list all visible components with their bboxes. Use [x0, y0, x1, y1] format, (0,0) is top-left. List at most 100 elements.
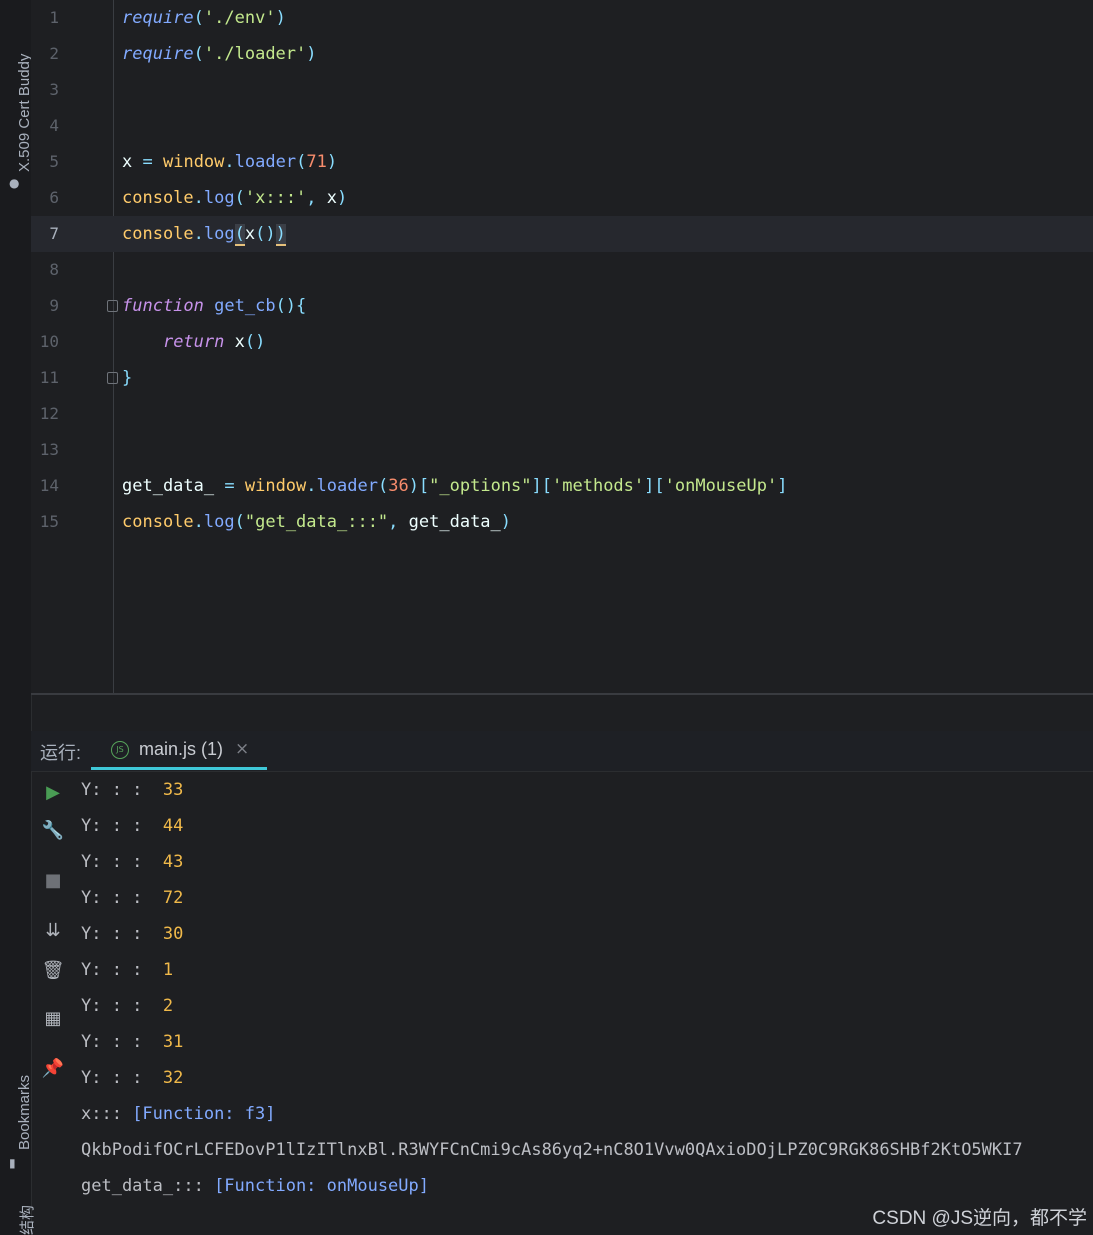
matched-brace: ) [275, 224, 286, 246]
code-token: ] [777, 476, 788, 496]
code-line[interactable]: 6 console.log('x:::', x) [31, 180, 1093, 216]
console-text: QkbPodifOCrLCFEDovP1lIzITlnxBl.R3WYFCnCm… [81, 1140, 1023, 1160]
matched-brace: ( [234, 224, 245, 246]
line-number: 14 [39, 476, 59, 495]
console-line: Y: : : 43 [81, 844, 183, 880]
console-line: QkbPodifOCrLCFEDovP1lIzITlnxBl.R3WYFCnCm… [81, 1132, 1023, 1168]
code-token: ) [326, 152, 338, 172]
trash-icon[interactable]: 🗑 [40, 958, 66, 984]
code-token: ( [377, 476, 389, 496]
code-line[interactable]: 15 console.log("get_data_:::", get_data_) [31, 504, 1093, 540]
watermark: CSDN @JS逆向，都不学 [872, 1208, 1087, 1229]
bookmark-icon: ▮ [9, 1156, 16, 1170]
pin-icon[interactable]: 📌 [40, 1056, 66, 1082]
close-icon[interactable]: × [235, 739, 249, 759]
wrench-icon[interactable]: 🔧 [40, 818, 66, 844]
console-line: Y: : : 2 [81, 988, 173, 1024]
code-token: loader [234, 152, 297, 172]
code-editor[interactable]: 1 require('./env') 2 require('./loader') 3 4 5… [31, 0, 1093, 693]
code-token: . [224, 152, 235, 172]
layout-icon[interactable]: ▦ [40, 1006, 66, 1032]
code-token: "_options" [429, 476, 532, 496]
console-line: x::: [Function: f3] [81, 1096, 275, 1132]
code-token: ( [234, 188, 245, 208]
code-token: () [255, 224, 276, 244]
code-token: x [224, 332, 245, 352]
console-text: Y: : : [81, 960, 163, 980]
line-number: 1 [49, 8, 59, 27]
code-token: 'onMouseUp' [664, 476, 778, 496]
code-line[interactable]: 7 console.log(x()) [31, 216, 1093, 252]
console-value: 1 [162, 960, 174, 980]
code-token: ( [193, 44, 204, 64]
code-text: x = window.loader(71) [122, 144, 337, 180]
code-token: function [122, 296, 204, 316]
console-value: 32 [162, 1068, 184, 1088]
code-token: (){ [275, 296, 307, 316]
code-token: window [244, 476, 307, 496]
console-line: Y: : : 31 [81, 1024, 183, 1060]
rerun-icon[interactable]: ▶ [40, 780, 66, 806]
nodejs-icon: JS [111, 741, 129, 759]
code-line[interactable]: 12 [31, 396, 1093, 432]
code-line[interactable]: 10 return x() [31, 324, 1093, 360]
console-text: get_data_::: [81, 1176, 215, 1196]
code-line[interactable]: 8 [31, 252, 1093, 288]
fold-marker-icon[interactable] [107, 300, 118, 312]
panel-divider[interactable] [31, 693, 1093, 695]
code-token: return [162, 332, 225, 352]
code-token: 71 [306, 152, 327, 172]
console-line: Y: : : 72 [81, 880, 183, 916]
console-function: [Function: f3] [132, 1104, 276, 1124]
code-token: ( [193, 8, 204, 28]
line-number: 10 [39, 332, 59, 351]
code-token: = [224, 476, 235, 496]
code-token: './env' [203, 8, 276, 28]
scroll-to-end-icon[interactable]: ⇊ [40, 918, 66, 944]
code-line[interactable]: 2 require('./loader') [31, 36, 1093, 72]
console-line: Y: : : 44 [81, 808, 183, 844]
console-value: 2 [162, 996, 174, 1016]
tab-main-js[interactable]: JS main.js (1) × [91, 731, 267, 771]
code-line[interactable]: 14 get_data_ = window.loader(36)["_option… [31, 468, 1093, 504]
console-line: Y: : : 32 [81, 1060, 183, 1096]
line-number: 6 [49, 188, 59, 207]
code-line[interactable]: 3 [31, 72, 1093, 108]
code-token: ) [337, 188, 348, 208]
code-token: ) [306, 44, 317, 64]
stop-icon[interactable]: ■ [40, 868, 66, 894]
fold-marker-icon[interactable] [107, 372, 118, 384]
code-line[interactable]: 9 function get_cb(){ [31, 288, 1093, 324]
code-line[interactable]: 1 require('./env') [31, 0, 1093, 36]
console-text: Y: : : [81, 1068, 163, 1088]
run-toolbar: 运行: JS main.js (1) × [31, 731, 1093, 772]
code-line[interactable]: 4 [31, 108, 1093, 144]
tab-active-indicator [91, 767, 267, 770]
code-line[interactable]: 5 x = window.loader(71) [31, 144, 1093, 180]
console-value: 33 [162, 780, 184, 800]
code-text: return x() [122, 324, 265, 360]
line-number: 4 [49, 116, 59, 135]
console-value: 30 [162, 924, 184, 944]
console-text: x::: [81, 1104, 133, 1124]
console-text: Y: : : [81, 1032, 163, 1052]
run-console[interactable]: ▶ 🔧 ■ ⇊ 🗑 ▦ 📌 Y: : : 33 Y: : : 44 Y: : : 43 Y: : … [31, 772, 1093, 1235]
console-text: Y: : : [81, 780, 163, 800]
code-line[interactable]: 11} [31, 360, 1093, 396]
code-token: , [306, 188, 317, 208]
cert-icon: ● [9, 176, 20, 190]
code-token: ) [500, 512, 512, 532]
console-line: Y: : : 1 [81, 952, 173, 988]
code-token: './loader' [203, 44, 307, 64]
code-token: loader [316, 476, 378, 496]
left-tool-strip: ● X.509 Cert Buddy ▮ Bookmarks 结构 [0, 0, 36, 1235]
line-number: 3 [49, 80, 59, 99]
console-function: [Function: onMouseUp] [214, 1176, 429, 1196]
code-token: )[ [408, 476, 430, 496]
code-line[interactable]: 13 [31, 432, 1093, 468]
line-number: 5 [49, 152, 59, 171]
